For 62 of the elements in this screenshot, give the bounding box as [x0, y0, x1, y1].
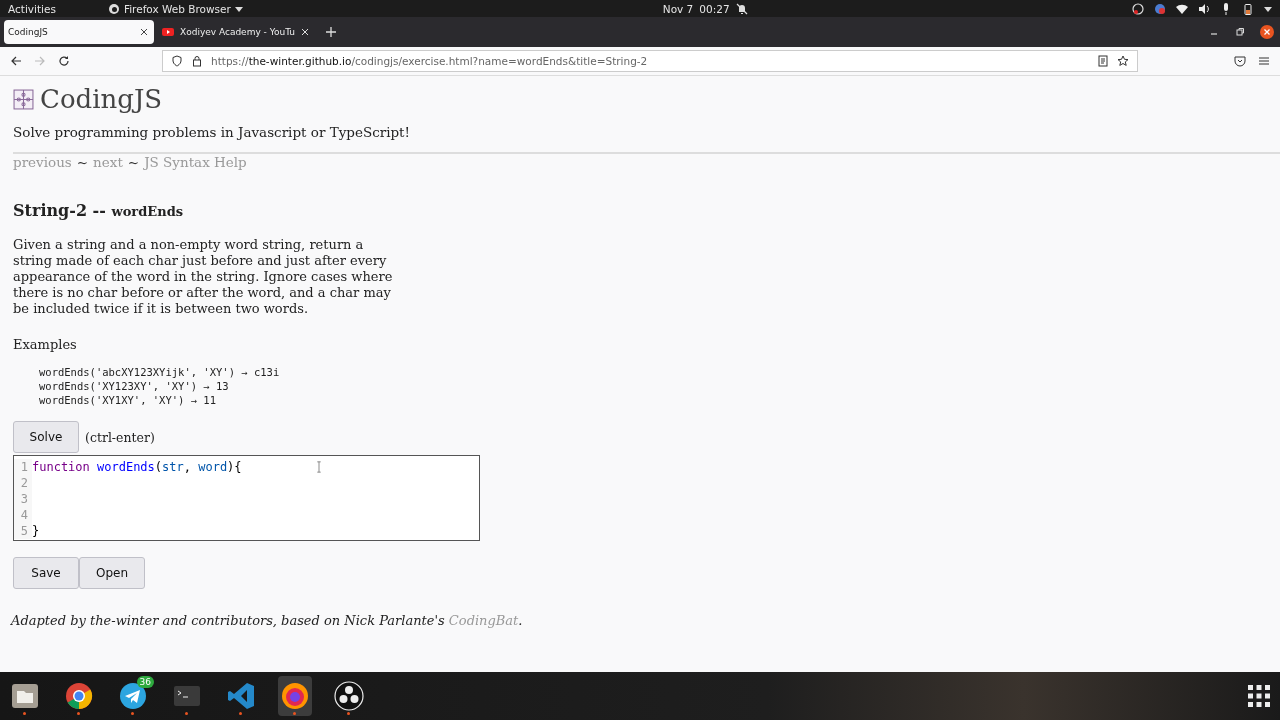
line-number: 1 [14, 459, 32, 475]
date-label: Nov 7 [662, 2, 694, 15]
save-button[interactable]: Save [13, 557, 79, 589]
code-line: } [32, 523, 40, 539]
line-number: 5 [14, 523, 32, 539]
example-line: wordEnds('XY1XY', 'XY') → 11 [39, 393, 217, 407]
text-cursor-icon [316, 461, 322, 473]
app-icon [226, 681, 256, 711]
tagline: Solve programming problems in Javascript or TypeScript! [13, 124, 411, 140]
problem-name: wordEnds [111, 204, 184, 219]
obs-tray-icon [1132, 2, 1144, 15]
play-icon [162, 26, 174, 38]
separator: ~ [76, 154, 89, 170]
puzzle-logo-icon [13, 88, 34, 110]
menu-icon[interactable] [1258, 55, 1270, 67]
close-window-icon[interactable] [1260, 25, 1274, 39]
example-line: wordEnds('XY123XY', 'XY') → 13 [39, 379, 230, 393]
address-bar[interactable]: https://the-winter.github.io/codingjs/exercise.html?name=wordEnds&title=String-2 [162, 50, 1138, 72]
line-number: 3 [14, 491, 32, 507]
solve-button[interactable]: Solve [13, 421, 79, 453]
code-editor[interactable]: 1 function wordEnds(str, word){ 2 3 4 5 } [13, 455, 480, 541]
reader-view-icon[interactable] [1097, 55, 1109, 67]
problem-category: String-2 -- [13, 201, 106, 220]
open-button[interactable]: Open [79, 557, 145, 589]
url-text: https://the-winter.github.io/codingjs/exercise.html?name=wordEnds&title=String-2 [211, 55, 648, 67]
wifi-icon [1176, 2, 1188, 15]
activities-button[interactable]: Activities [8, 2, 56, 15]
shortcut-hint: (ctrl-enter) [85, 429, 155, 445]
restore-icon[interactable] [1234, 26, 1246, 38]
line-number: 4 [14, 507, 32, 523]
app-icon [334, 681, 364, 711]
lock-icon [191, 55, 203, 67]
site-title: CodingJS [40, 84, 163, 114]
star-icon[interactable] [1117, 55, 1129, 67]
app-icon [280, 681, 310, 711]
app-grid-icon[interactable] [1248, 685, 1270, 707]
problem-description: Given a string and a non-empty word string, return a string made of each char just before and just after every appearance of the word in the string. Ignore cases where there is no char before or after the word, and a char may be included twice if it is between two words. [13, 237, 394, 317]
caret-icon [234, 4, 243, 13]
line-number: 2 [14, 475, 32, 491]
shield-icon [171, 55, 183, 67]
new-tab-icon[interactable] [325, 26, 338, 38]
separator: ~ [127, 154, 140, 170]
battery-icon [1242, 2, 1254, 15]
reload-icon[interactable] [58, 55, 70, 67]
code-line: function wordEnds(str, word){ [32, 459, 242, 475]
chrome-tray-icon [1154, 2, 1166, 15]
time-label: 00:27 [699, 2, 730, 15]
app-menu[interactable]: Firefox Web Browser [107, 2, 243, 15]
bell-off-icon [735, 2, 748, 15]
caret-icon[interactable] [1264, 4, 1272, 13]
credits-text: Adapted by the-winter and contributors, based on Nick Parlante's CodingBat. [11, 613, 524, 628]
close-icon[interactable] [140, 28, 148, 36]
example-line: wordEnds('abcXY123XYijk', 'XY') → c13i [39, 365, 281, 379]
volume-icon [1198, 2, 1210, 15]
app-icon [10, 681, 40, 711]
back-icon[interactable] [10, 55, 22, 67]
notification-badge: 36 [136, 676, 154, 688]
app-icon [64, 681, 94, 711]
browser-tab[interactable]: Xodiyev Academy - YouTu [158, 20, 316, 44]
examples-heading: Examples [13, 337, 78, 352]
browser-tab[interactable]: CodingJS [4, 20, 154, 44]
pocket-icon[interactable] [1234, 55, 1246, 67]
